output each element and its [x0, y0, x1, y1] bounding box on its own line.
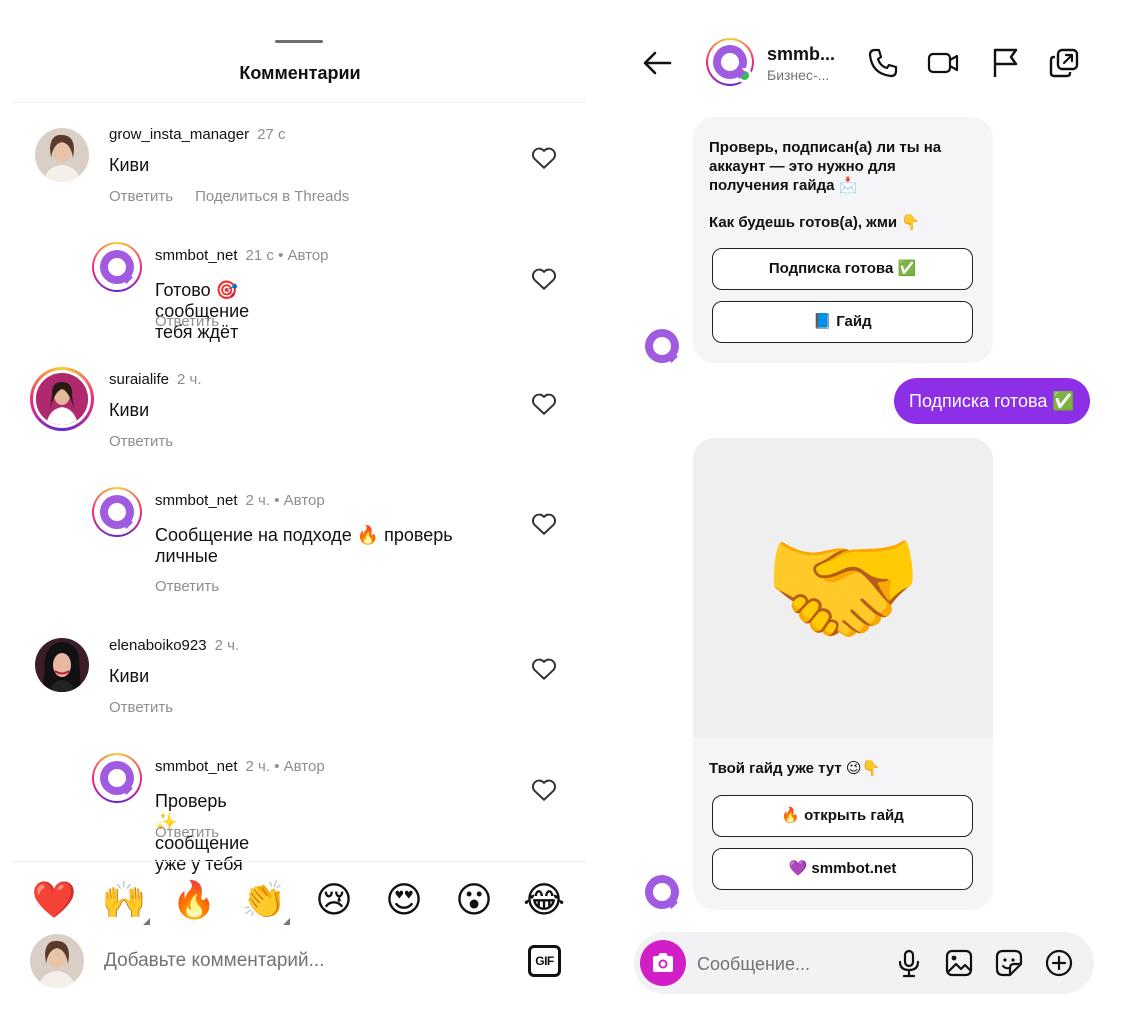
- bot-message-text: Как будешь готов(а), жми 👇: [709, 214, 920, 231]
- comment-username[interactable]: elenaboiko923: [109, 637, 207, 654]
- dm-username[interactable]: smmb...: [767, 44, 835, 65]
- emoji-crying-button[interactable]: 😢: [310, 876, 358, 924]
- guide-button[interactable]: 📘 Гайд: [712, 301, 973, 343]
- comments-panel: Комментарии grow_insta_manager 27 с Киви …: [0, 0, 600, 1017]
- bot-message-text: Проверь, подписан(а) ли ты на аккаунт — …: [709, 139, 942, 194]
- heart-icon[interactable]: [531, 657, 557, 681]
- reply-button[interactable]: Ответить: [109, 188, 173, 205]
- comment-username[interactable]: smmbot_net: [155, 492, 238, 509]
- emoji-clap-button[interactable]: 👏: [240, 876, 288, 924]
- heart-icon[interactable]: [531, 512, 557, 536]
- flag-icon[interactable]: [988, 46, 1022, 80]
- comment-time: 27 с: [257, 126, 286, 143]
- smmbot-logo-icon: [645, 329, 679, 363]
- comment-time: 2 ч.: [245, 758, 271, 775]
- divider: [12, 861, 587, 862]
- smmbot-logo-icon: [713, 45, 747, 79]
- message-input[interactable]: [697, 950, 877, 978]
- bot-message-bubble: Проверь, подписан(а) ли ты на аккаунт — …: [693, 117, 993, 363]
- comment-username[interactable]: grow_insta_manager: [109, 126, 249, 143]
- smmbot-logo-icon: [100, 495, 134, 529]
- smmbot-logo-icon: [100, 250, 134, 284]
- sender-avatar[interactable]: [644, 874, 680, 910]
- sender-avatar[interactable]: [644, 328, 680, 364]
- comment-text: Киви: [109, 155, 150, 175]
- emoji-raised-hands-button[interactable]: 🙌: [100, 876, 148, 924]
- reply-button[interactable]: Ответить: [109, 433, 173, 450]
- camera-button[interactable]: [640, 940, 686, 986]
- smmbot-logo-icon: [100, 761, 134, 795]
- open-external-icon[interactable]: [1047, 46, 1081, 80]
- comment-time: 2 ч.: [245, 492, 271, 509]
- card-text: Твой гайд уже тут 😉👇: [709, 760, 881, 777]
- comment-time: 2 ч.: [214, 637, 240, 654]
- phone-icon[interactable]: [866, 46, 900, 80]
- avatar[interactable]: [92, 487, 142, 537]
- microphone-icon[interactable]: [894, 948, 924, 978]
- comment-composer: GIF: [30, 933, 570, 989]
- subscription-ready-button[interactable]: Подписка готова ✅: [712, 248, 973, 290]
- smmbot-logo-icon: [645, 875, 679, 909]
- author-badge: • Автор: [278, 247, 329, 264]
- heart-icon[interactable]: [531, 392, 557, 416]
- emoji-fire-button[interactable]: 🔥: [170, 876, 218, 924]
- camera-icon: [653, 953, 673, 972]
- user-message-bubble[interactable]: Подписка готова ✅: [894, 378, 1090, 424]
- message-composer: [634, 932, 1094, 994]
- reply-button[interactable]: Ответить: [155, 578, 219, 595]
- emoji-laughing-button[interactable]: 😂: [520, 876, 568, 924]
- reply-button[interactable]: Ответить: [155, 824, 219, 841]
- avatar[interactable]: [30, 367, 94, 431]
- video-call-icon[interactable]: [926, 46, 960, 80]
- reply-button[interactable]: Ответить: [155, 313, 219, 330]
- avatar[interactable]: [92, 242, 142, 292]
- skin-tone-indicator-icon: [283, 918, 290, 925]
- avatar[interactable]: [92, 753, 142, 803]
- open-guide-button[interactable]: 🔥 открыть гайд: [712, 795, 973, 837]
- reply-button[interactable]: Ответить: [109, 699, 173, 716]
- share-threads-button[interactable]: Поделиться в Threads: [195, 188, 349, 205]
- comment-username[interactable]: smmbot_net: [155, 247, 238, 264]
- comment-text: Готово 🎯 сообщение тебя ждёт: [155, 280, 250, 342]
- gif-button[interactable]: GIF: [528, 945, 561, 977]
- panel-title: Комментарии: [239, 63, 361, 83]
- heart-icon[interactable]: [531, 267, 557, 291]
- skin-tone-indicator-icon: [143, 918, 150, 925]
- emoji-surprised-button[interactable]: 😮: [450, 876, 498, 924]
- comment-text: Киви: [109, 400, 150, 420]
- comment-username[interactable]: suraialife: [109, 371, 169, 388]
- website-link-button[interactable]: 💜 smmbot.net: [712, 848, 973, 890]
- comment-text: Киви: [109, 666, 150, 686]
- heart-icon[interactable]: [531, 778, 557, 802]
- avatar[interactable]: [35, 638, 89, 692]
- own-avatar: [30, 934, 84, 988]
- emoji-reaction-bar: ❤️ 🙌 🔥 👏 😢 😍 😮 😂: [12, 876, 587, 926]
- comment-text: Сообщение на подходе 🔥 проверь личные: [155, 525, 453, 566]
- comment-username[interactable]: smmbot_net: [155, 758, 238, 775]
- comment-time: 21 с: [245, 247, 274, 264]
- back-arrow-icon[interactable]: [640, 46, 674, 80]
- gallery-icon[interactable]: [944, 948, 974, 978]
- add-icon[interactable]: [1044, 948, 1074, 978]
- heart-icon[interactable]: [531, 146, 557, 170]
- dm-subtitle: Бизнес-...: [767, 67, 830, 83]
- handshake-image[interactable]: 🤝: [693, 438, 993, 738]
- author-badge: • Автор: [274, 492, 325, 509]
- comment-input[interactable]: [104, 947, 484, 975]
- sticker-icon[interactable]: [994, 948, 1024, 978]
- author-badge: • Автор: [274, 758, 325, 775]
- divider: [12, 102, 587, 103]
- drag-handle[interactable]: [275, 40, 323, 43]
- comment-time: 2 ч.: [177, 371, 202, 388]
- emoji-heart-button[interactable]: ❤️: [30, 876, 78, 924]
- dm-panel: smmb... Бизнес-... Проверь, подписан(а) …: [610, 0, 1121, 1017]
- avatar[interactable]: [35, 128, 89, 182]
- emoji-heart-eyes-button[interactable]: 😍: [380, 876, 428, 924]
- bot-card-message: 🤝 Твой гайд уже тут 😉👇 🔥 открыть гайд 💜 …: [693, 438, 993, 910]
